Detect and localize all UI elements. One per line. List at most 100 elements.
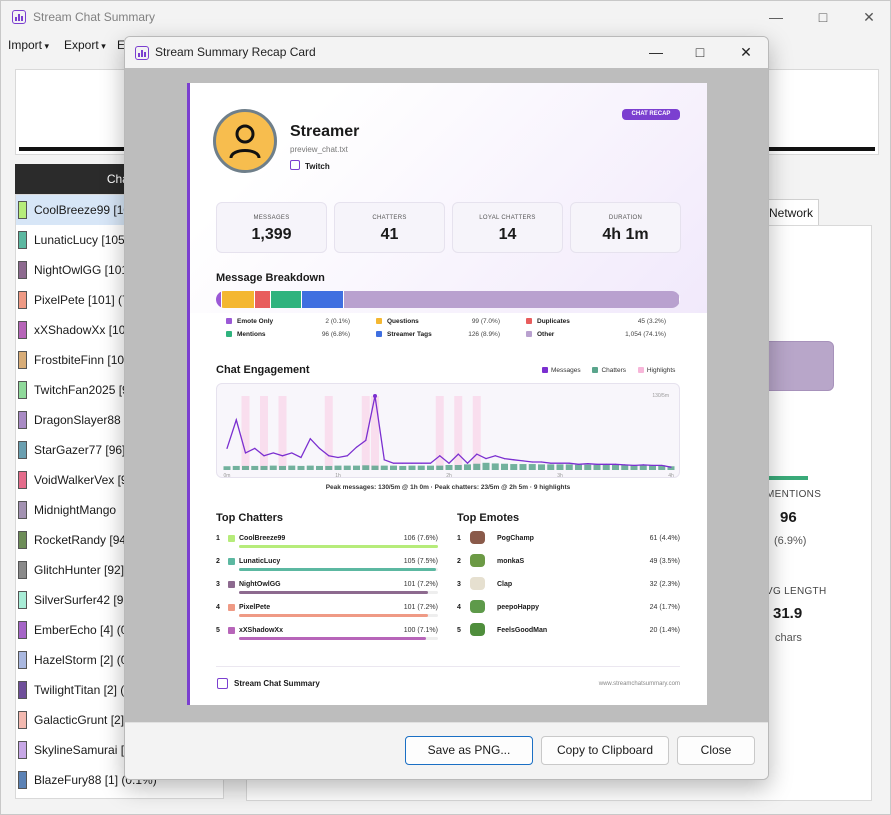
messages-point	[503, 458, 506, 460]
messages-point	[614, 463, 617, 465]
close-icon[interactable]: ✕	[846, 1, 891, 33]
chatter-label: RocketRandy [94]	[34, 533, 130, 547]
legend-value: 96 (6.8%)	[321, 331, 350, 338]
legend-value: 45 (3.2%)	[637, 318, 666, 325]
dialog-minimize-icon[interactable]: —	[633, 37, 679, 68]
stat-bar-mentions	[766, 476, 808, 480]
dialog-close-icon[interactable]: ✕	[723, 37, 768, 68]
legend-name: Other	[537, 331, 555, 338]
top-chatter-row: 5 xXShadowXx 100 (7.1%)	[216, 627, 438, 647]
chatter-color-swatch	[18, 321, 27, 339]
x-tick-label: 2h	[446, 473, 452, 479]
emote-name: PogChamp	[497, 535, 534, 542]
menu-import[interactable]: Import	[8, 38, 49, 52]
messages-point	[540, 461, 543, 463]
top-chatter-row: 2 LunaticLucy 105 (7.5%)	[216, 558, 438, 578]
chatter-count: 100 (7.1%)	[403, 627, 438, 634]
legend-value: 99 (7.0%)	[471, 318, 500, 325]
chatter-color-swatch	[18, 771, 27, 789]
breakdown-segment	[270, 291, 303, 308]
chatter-color-swatch	[18, 411, 27, 429]
highlight-band	[472, 396, 481, 470]
dialog-app-icon	[135, 46, 149, 60]
tab-network[interactable]: Network	[763, 199, 819, 225]
twitch-icon	[290, 160, 300, 170]
chatter-color-swatch	[18, 531, 27, 549]
dialog-maximize-icon[interactable]: □	[677, 37, 723, 68]
engagement-title: Chat Engagement	[216, 364, 310, 376]
messages-point	[605, 463, 607, 465]
chatter-label: GalacticGrunt [2]	[34, 713, 125, 727]
legend-swatch	[226, 318, 232, 324]
chatter-share-track	[239, 637, 438, 640]
x-tick-label: 0m	[224, 473, 231, 479]
chatters-bar	[575, 464, 582, 470]
chatters-bar	[269, 465, 277, 470]
chatters-bar	[519, 464, 527, 470]
highlight-band	[278, 396, 287, 470]
highlight-band	[241, 396, 250, 470]
top-emote-row: 5 FeelsGoodMan 20 (1.4%)	[457, 623, 680, 647]
chatters-bar	[565, 464, 573, 470]
emote-rank: 3	[457, 581, 461, 588]
chatter-swatch	[228, 558, 235, 565]
top-emote-row: 4 peepoHappy 24 (1.7%)	[457, 600, 680, 624]
top-emote-row: 3 Clap 32 (2.3%)	[457, 577, 680, 601]
main-window-title: Stream Chat Summary	[33, 10, 156, 24]
chatters-bar	[528, 464, 536, 470]
messages-point	[577, 463, 580, 465]
messages-point	[513, 459, 515, 461]
messages-point	[309, 438, 311, 440]
footer-logo-icon	[217, 678, 228, 689]
main-title-bar: Stream Chat Summary — □ ✕	[1, 1, 890, 33]
streamer-name: Streamer	[290, 123, 360, 140]
save-png-button[interactable]: Save as PNG...	[405, 736, 533, 765]
emote-rank: 2	[457, 558, 461, 565]
chatter-color-swatch	[18, 621, 27, 639]
chatters-bar	[306, 465, 314, 470]
chatter-color-swatch	[18, 351, 27, 369]
chatter-count: 106 (7.6%)	[403, 535, 438, 542]
chatters-bar	[436, 465, 444, 470]
emote-image-icon	[470, 577, 485, 590]
messages-point	[411, 462, 413, 464]
chatter-name: CoolBreeze99	[239, 535, 286, 542]
breakdown-bar	[216, 291, 680, 308]
chatters-bar	[417, 465, 425, 470]
chatters-bar	[316, 465, 323, 470]
messages-point	[485, 458, 487, 460]
copy-clipboard-button[interactable]: Copy to Clipboard	[541, 736, 669, 765]
messages-point	[448, 462, 450, 464]
chatters-bar	[362, 465, 370, 470]
emote-count: 49 (3.5%)	[649, 558, 680, 565]
metric-loyal-chatters: LOYAL CHATTERS 14	[452, 202, 563, 253]
messages-point	[466, 462, 469, 464]
legend-name: Duplicates	[537, 318, 570, 325]
chatter-rank: 4	[216, 604, 220, 611]
messages-point	[429, 462, 432, 464]
chatter-label: LunaticLucy [105]	[34, 233, 129, 247]
messages-point	[402, 462, 404, 464]
chatters-bar	[612, 464, 619, 470]
chatter-color-swatch	[18, 651, 27, 669]
legend-value: 2 (0.1%)	[325, 318, 350, 325]
menu-export[interactable]: Export	[64, 38, 106, 52]
messages-point	[291, 452, 293, 454]
messages-point	[642, 464, 644, 466]
chatters-bar	[639, 464, 647, 470]
chatters-bar	[621, 464, 629, 470]
card-footer-divider	[216, 666, 680, 667]
emote-image-icon	[470, 554, 485, 567]
messages-point	[633, 464, 635, 467]
maximize-icon[interactable]: □	[800, 1, 846, 33]
breakdown-segment	[255, 291, 271, 308]
messages-point	[476, 453, 478, 455]
legend-name: Questions	[387, 318, 419, 325]
messages-line	[226, 395, 672, 468]
minimize-icon[interactable]: —	[753, 1, 799, 33]
chatter-share-fill	[239, 637, 427, 640]
close-button[interactable]: Close	[677, 736, 755, 765]
messages-point	[559, 462, 561, 464]
messages-point	[300, 456, 302, 459]
chatters-bar	[260, 465, 268, 470]
